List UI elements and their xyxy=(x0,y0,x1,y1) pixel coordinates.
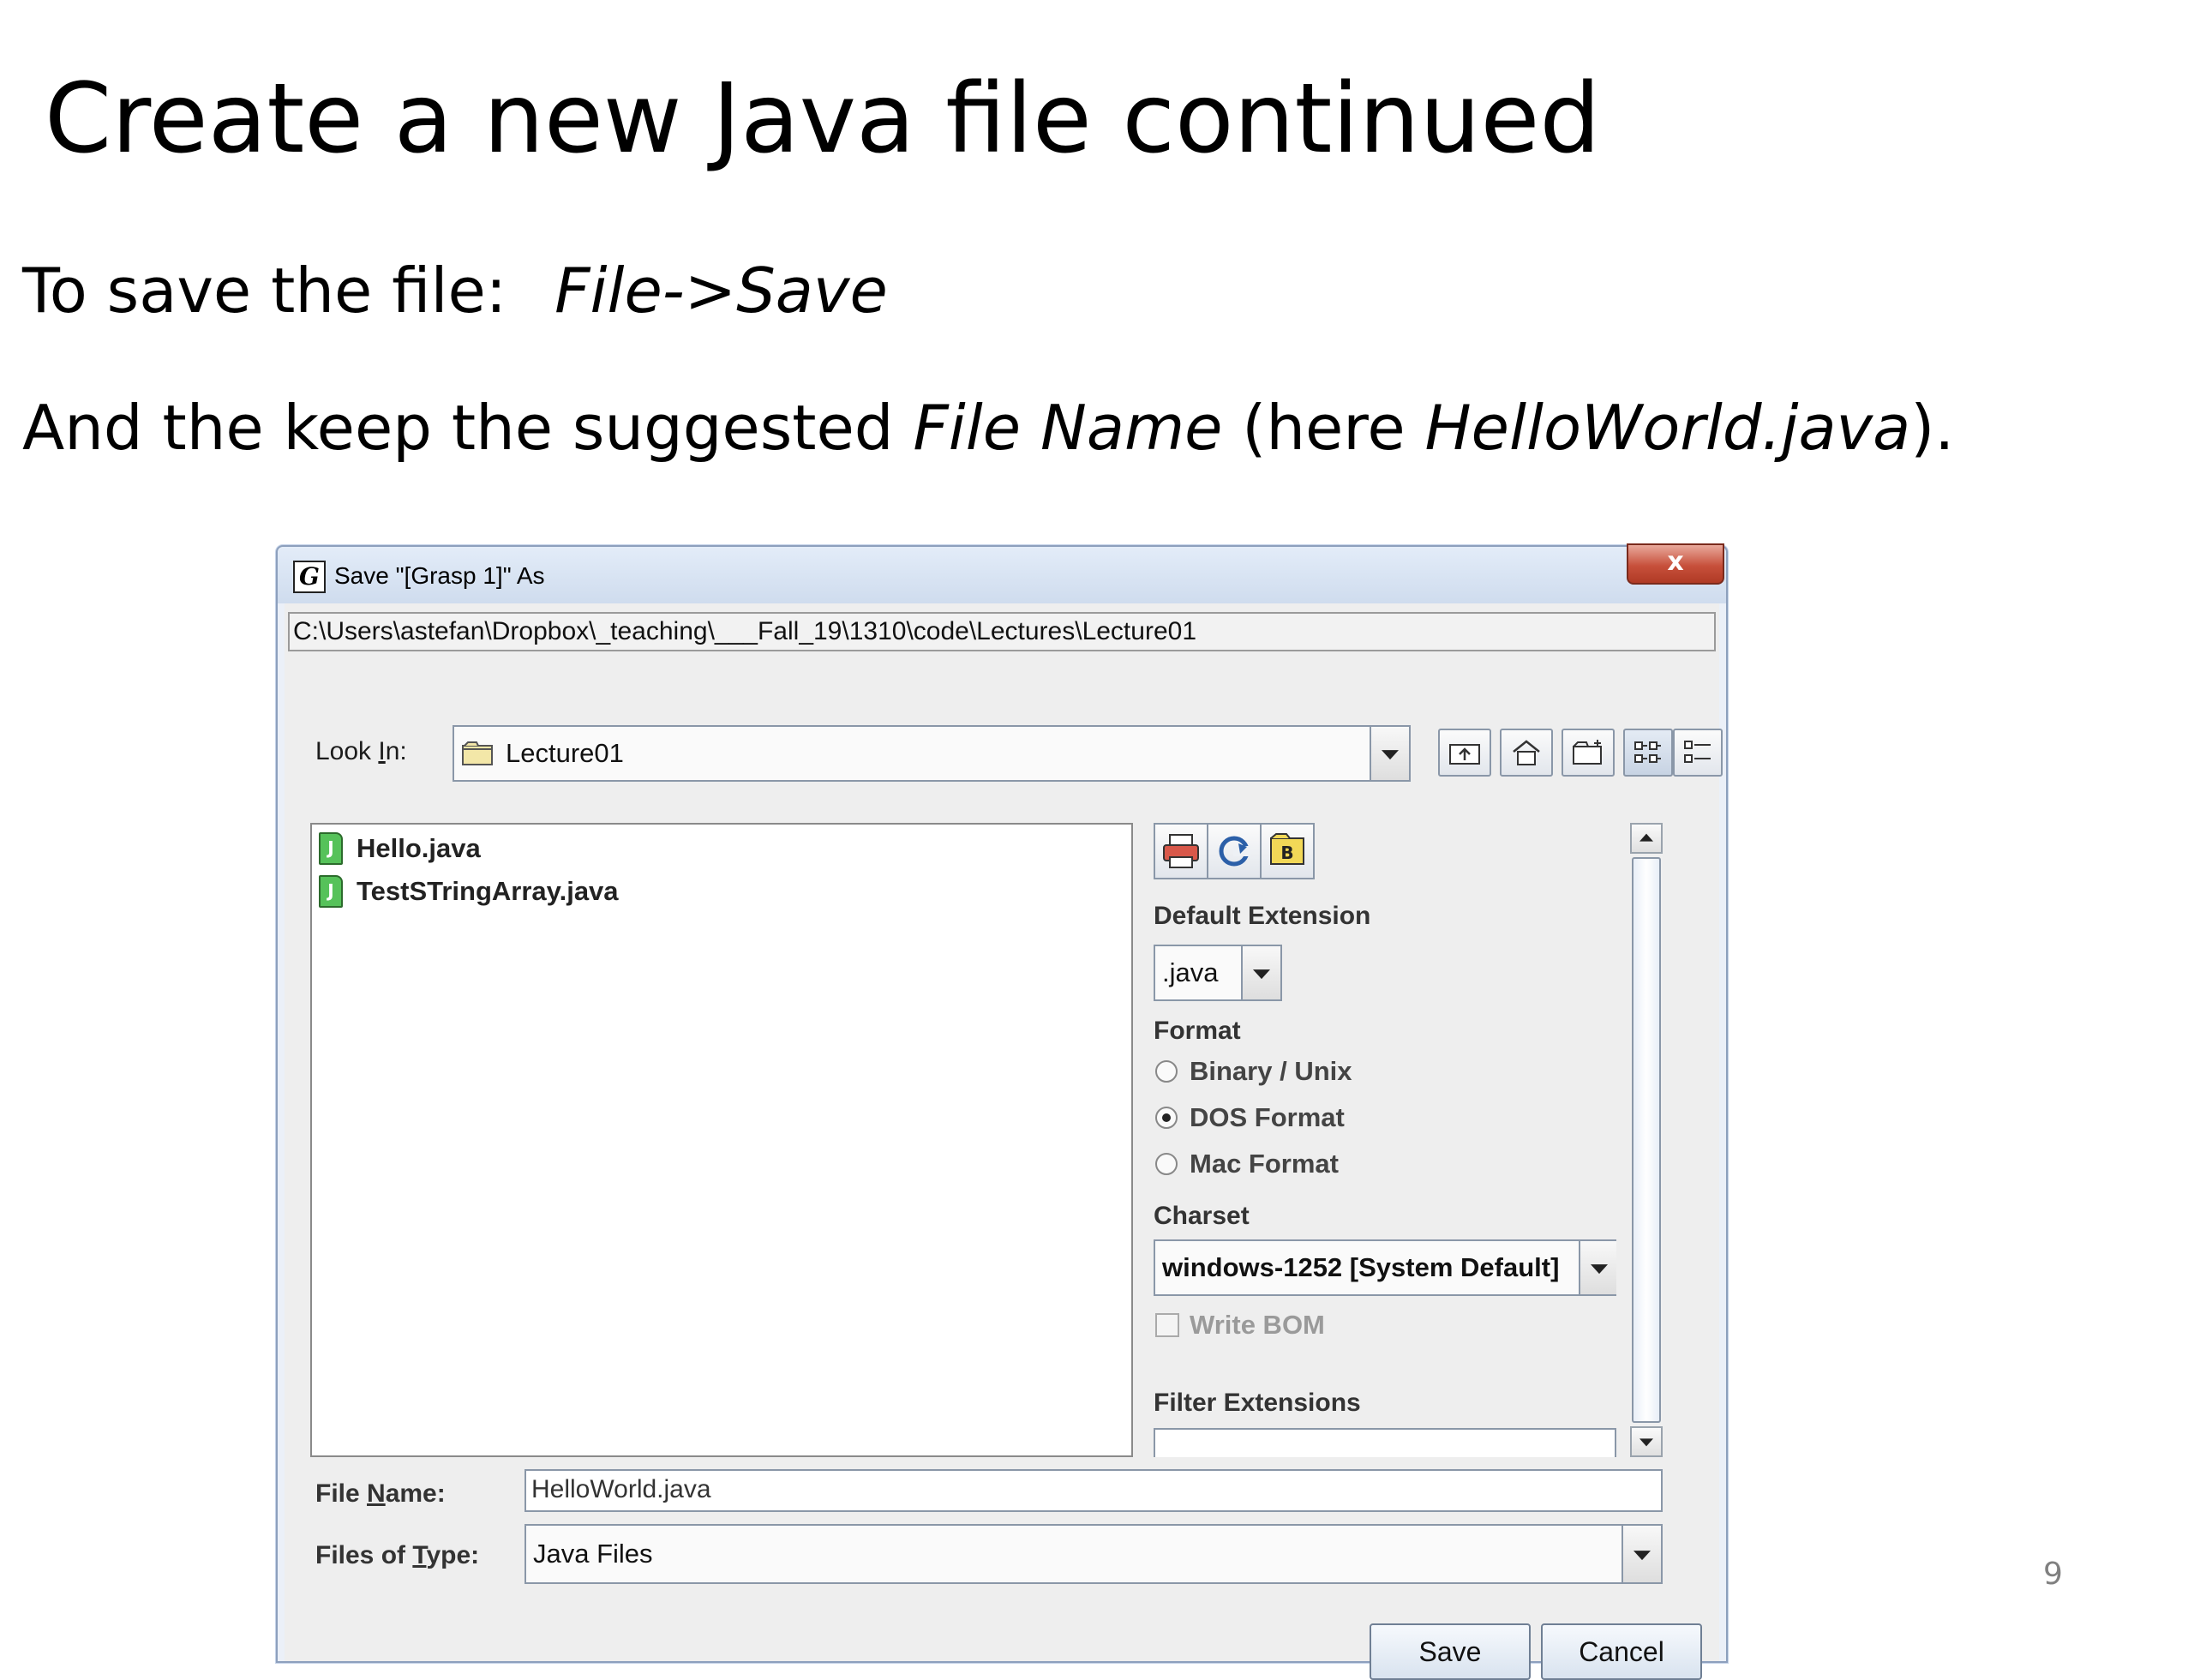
print-button[interactable] xyxy=(1154,823,1208,879)
charset-value: windows-1252 [System Default] xyxy=(1162,1252,1560,1282)
scroll-down-button[interactable] xyxy=(1630,1426,1663,1457)
cancel-button[interactable]: Cancel xyxy=(1541,1623,1702,1680)
refresh-icon xyxy=(1219,836,1250,867)
up-folder-icon xyxy=(1449,744,1480,765)
new-folder-icon xyxy=(1573,740,1602,765)
file-name-text: TestSTringArray.java xyxy=(357,876,619,906)
default-extension-label: Default Extension xyxy=(1154,902,1371,930)
format-option-label: DOS Format xyxy=(1190,1102,1345,1132)
format-option-binary-unix[interactable]: Binary / Unix xyxy=(1155,1056,1352,1087)
up-one-level-button[interactable] xyxy=(1438,729,1491,777)
instruction-text: To save the file: xyxy=(22,255,507,327)
filter-extensions-field[interactable] xyxy=(1154,1428,1616,1457)
chevron-down-icon xyxy=(1640,1438,1653,1447)
chevron-down-icon xyxy=(1591,1264,1608,1275)
options-scrollbar[interactable] xyxy=(1630,823,1663,1457)
save-options-panel: B Default Extension .java Format Binary … xyxy=(1154,823,1616,1457)
page-number: 9 xyxy=(2043,1557,2063,1592)
scroll-up-button[interactable] xyxy=(1630,823,1663,854)
home-icon xyxy=(1513,740,1540,765)
instruction-text-c: (here xyxy=(1222,392,1425,464)
charset-label: Charset xyxy=(1154,1202,1250,1230)
radio-button[interactable] xyxy=(1155,1153,1178,1175)
default-extension-value: .java xyxy=(1162,957,1219,987)
menu-path: File->Save xyxy=(554,255,888,327)
file-list-item[interactable]: J TestSTringArray.java xyxy=(319,874,619,909)
file-name-text: Hello.java xyxy=(357,833,481,863)
slide-title: Create a new Java file continued xyxy=(45,63,1601,175)
charset-dropdown-arrow[interactable] xyxy=(1579,1241,1616,1294)
dialog-titlebar[interactable]: G Save "[Grasp 1]" As x xyxy=(278,543,1726,603)
format-option-mac[interactable]: Mac Format xyxy=(1155,1149,1339,1179)
instruction-text-e: ). xyxy=(1910,392,1955,464)
dialog-title: Save "[Grasp 1]" As xyxy=(334,562,545,589)
format-option-label: Binary / Unix xyxy=(1190,1056,1352,1086)
list-view-icon xyxy=(1634,741,1661,763)
files-of-type-label: Files of Type: xyxy=(315,1541,480,1569)
radio-button-selected[interactable] xyxy=(1155,1107,1178,1129)
write-bom-checkbox[interactable] xyxy=(1155,1313,1179,1337)
details-view-icon xyxy=(1684,741,1711,763)
files-of-type-dropdown-arrow[interactable] xyxy=(1622,1526,1661,1582)
chevron-down-icon xyxy=(1253,969,1270,980)
java-file-icon: J xyxy=(319,832,343,865)
file-name-label: File Name: xyxy=(315,1479,446,1508)
look-in-value: Lecture01 xyxy=(461,727,624,780)
format-option-dos[interactable]: DOS Format xyxy=(1155,1102,1345,1133)
default-extension-dropdown-arrow[interactable] xyxy=(1241,946,1280,999)
write-bom-checkbox-row[interactable]: Write BOM xyxy=(1155,1310,1325,1341)
filter-extensions-label: Filter Extensions xyxy=(1154,1389,1361,1417)
chevron-down-icon xyxy=(1634,1551,1651,1561)
look-in-folder-name: Lecture01 xyxy=(506,738,624,768)
look-in-dropdown[interactable]: Lecture01 xyxy=(453,725,1411,782)
chevron-up-icon xyxy=(1640,833,1653,842)
look-in-dropdown-arrow[interactable] xyxy=(1370,727,1409,780)
files-of-type-dropdown[interactable]: Java Files xyxy=(525,1524,1663,1584)
current-path-field[interactable]: C:\Users\astefan\Dropbox\_teaching\___Fa… xyxy=(288,612,1716,651)
charset-dropdown[interactable]: windows-1252 [System Default] xyxy=(1154,1239,1616,1296)
format-label: Format xyxy=(1154,1017,1241,1045)
file-list[interactable]: J Hello.java J TestSTringArray.java xyxy=(310,823,1133,1457)
emphasis-example-file: HelloWorld.java xyxy=(1424,392,1911,464)
format-option-label: Mac Format xyxy=(1190,1149,1339,1179)
files-of-type-value: Java Files xyxy=(533,1539,653,1569)
scrollbar-thumb[interactable] xyxy=(1632,857,1661,1423)
bookmark-button[interactable]: B xyxy=(1260,823,1315,879)
save-button[interactable]: Save xyxy=(1370,1623,1531,1680)
refresh-button[interactable] xyxy=(1207,823,1262,879)
home-button[interactable] xyxy=(1500,729,1553,777)
write-bom-label: Write BOM xyxy=(1190,1310,1325,1340)
emphasis-file-name: File Name xyxy=(913,392,1223,464)
print-icon xyxy=(1163,834,1199,868)
look-in-label: Look In: xyxy=(315,737,407,765)
instruction-text-a: And the keep the suggested xyxy=(22,392,914,464)
save-as-dialog: G Save "[Grasp 1]" As x C:\Users\astefan… xyxy=(276,543,1728,1680)
default-extension-dropdown[interactable]: .java xyxy=(1154,945,1282,1001)
instruction-line-1: To save the file: File->Save xyxy=(22,254,888,327)
list-view-button[interactable] xyxy=(1623,729,1673,777)
bookmark-icon: B xyxy=(1270,833,1304,865)
close-icon: x xyxy=(1667,547,1684,577)
grasp-app-icon: G xyxy=(293,561,326,593)
dialog-content: C:\Users\astefan\Dropbox\_teaching\___Fa… xyxy=(285,603,1723,1680)
file-name-input[interactable]: HelloWorld.java xyxy=(525,1469,1663,1512)
java-file-icon: J xyxy=(319,875,343,908)
svg-text:B: B xyxy=(1280,843,1293,863)
radio-button[interactable] xyxy=(1155,1060,1178,1083)
details-view-button[interactable] xyxy=(1673,729,1723,777)
new-folder-button[interactable] xyxy=(1562,729,1615,777)
folder-icon xyxy=(462,741,493,765)
close-button[interactable]: x xyxy=(1627,543,1724,585)
instruction-line-2: And the keep the suggested File Name (he… xyxy=(22,391,1954,465)
chevron-down-icon xyxy=(1382,750,1399,760)
file-list-item[interactable]: J Hello.java xyxy=(319,831,481,866)
